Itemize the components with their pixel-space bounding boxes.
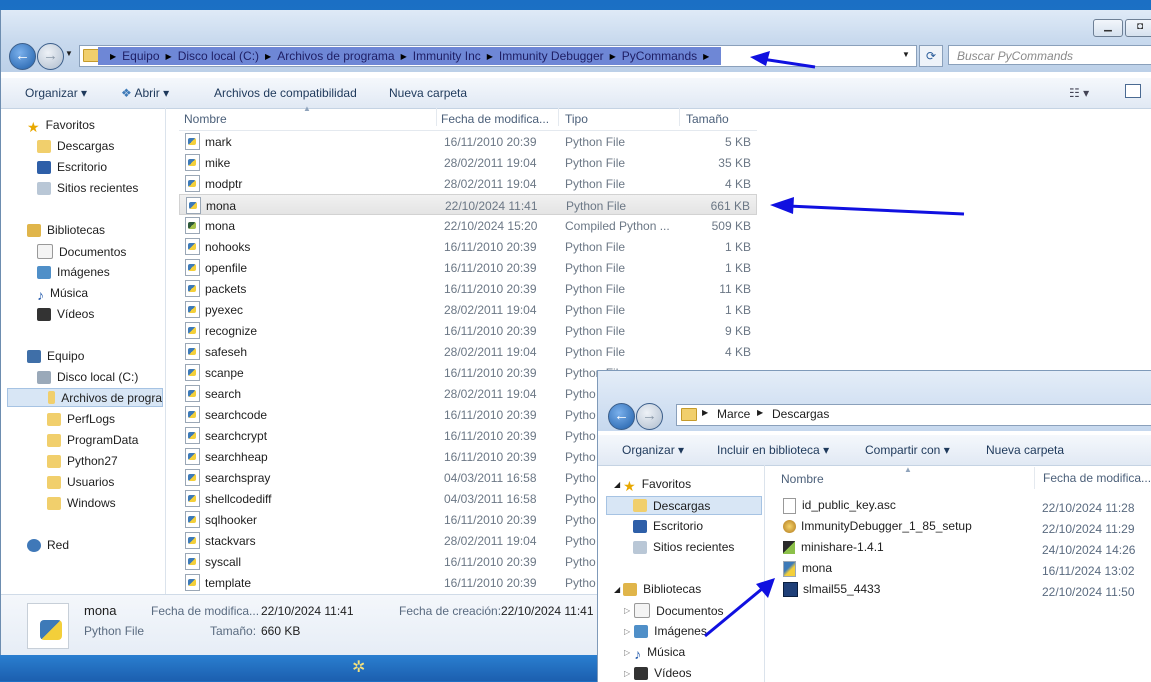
arrow-shaft [787, 204, 965, 216]
arrowhead-icon [756, 578, 775, 598]
annotation-arrow-address [750, 51, 816, 69]
annotation-arrow-downloads-mona [704, 578, 775, 638]
arrow-shaft [761, 57, 816, 69]
arrowhead-icon [770, 197, 794, 214]
arrowhead-icon [750, 51, 770, 66]
annotation-overlay [704, 51, 965, 638]
arrow-shaft [704, 586, 764, 638]
annotation-arrow-mona-row [770, 197, 965, 216]
